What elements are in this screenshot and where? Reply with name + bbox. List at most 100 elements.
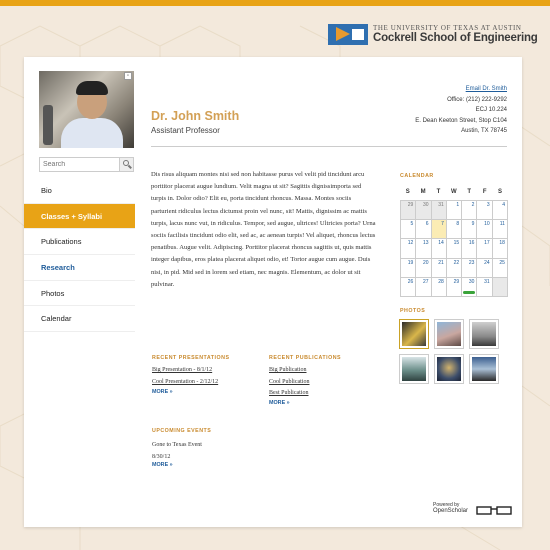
calendar-event-marker[interactable]: [463, 290, 476, 294]
calendar-day[interactable]: 19: [401, 258, 417, 278]
photo-thumbnail[interactable]: [434, 319, 464, 349]
upcoming-events-heading: UPCOMING EVENTS: [152, 428, 212, 434]
sidebar-item-research[interactable]: Research: [24, 255, 135, 281]
address-street: E. Dean Keeton Street, Stop C104: [415, 117, 507, 124]
calendar-day[interactable]: 26: [401, 277, 417, 297]
publication-link[interactable]: Best Publication: [269, 388, 310, 400]
recent-publications-heading: RECENT PUBLICATIONS: [269, 355, 342, 361]
university-name: THE UNIVERSITY OF TEXAS AT AUSTIN: [373, 24, 522, 32]
calendar-day[interactable]: 7: [431, 220, 447, 240]
calendar-day[interactable]: 13: [416, 239, 432, 259]
calendar-day[interactable]: 8: [446, 220, 463, 240]
calendar-day[interactable]: 22: [446, 258, 463, 278]
calendar-grid: 29 30 31 1 2 3 4 5 6 7 8 9 10 11 12 13 14 15 16 17 18 19 20 21 2…: [400, 200, 508, 297]
calendar-day[interactable]: 30: [416, 201, 432, 221]
sidebar-nav: Bio Classes + Syllabi Publications Resea…: [24, 178, 135, 333]
recent-presentations-heading: RECENT PRESENTATIONS: [152, 355, 230, 361]
calendar-day[interactable]: 30: [462, 277, 478, 297]
sidebar-item-photos[interactable]: Photos: [24, 281, 135, 307]
sidebar-item-calendar[interactable]: Calendar: [24, 306, 135, 333]
sidebar-item-publications[interactable]: Publications: [24, 229, 135, 256]
calendar-day[interactable]: 21: [431, 258, 447, 278]
school-name: Cockrell School of Engineering: [373, 32, 538, 44]
calendar-week-row: 12 13 14 15 16 17 18: [401, 239, 508, 259]
presentations-more-link[interactable]: MORE »: [152, 389, 173, 395]
office-room: ECJ 10.224: [475, 107, 507, 113]
calendar-day[interactable]: 31: [477, 277, 493, 297]
calendar-week-row: 5 6 7 8 9 10 11: [401, 220, 508, 240]
office-phone: Office: (212) 222-9292: [447, 96, 507, 103]
calendar-week-row: 19 20 21 22 23 24 25: [401, 258, 508, 278]
photo-thumbnail[interactable]: [399, 354, 429, 384]
calendar-day[interactable]: 29: [401, 201, 417, 221]
calendar-weekday: W: [451, 189, 457, 195]
email-link[interactable]: Email Dr. Smith: [415, 84, 507, 95]
calendar-week-row: 26 27 28 29 30 31: [401, 277, 508, 297]
publication-link[interactable]: Big Publication: [269, 365, 310, 377]
calendar-day[interactable]: 18: [492, 239, 508, 259]
sidebar-item-bio[interactable]: Bio: [24, 178, 135, 204]
calendar-week-row: 29 30 31 1 2 3 4: [401, 201, 508, 221]
publications-list: Big Publication Cool Publication Best Pu…: [269, 365, 310, 400]
calendar-weekday-row: SMTWTFS: [400, 189, 508, 199]
school-branding[interactable]: THE UNIVERSITY OF TEXAS AT AUSTIN Cockre…: [328, 24, 538, 46]
calendar-day[interactable]: 9: [462, 220, 478, 240]
calendar-weekday: T: [436, 189, 441, 195]
search-icon[interactable]: [119, 158, 133, 171]
calendar-weekday: M: [420, 189, 426, 195]
presentations-list: Big Presentation - 8/1/12 Cool Presentat…: [152, 365, 218, 388]
profile-card: ▫ Bio Classes + Syllabi Publications Res…: [24, 57, 522, 527]
calendar-day[interactable]: 10: [477, 220, 493, 240]
glasses-icon: [476, 506, 512, 515]
powered-by-openscholar[interactable]: Powered by OpenScholar: [433, 502, 513, 520]
calendar-day[interactable]: 23: [462, 258, 478, 278]
address-city: Austin, TX 78745: [461, 128, 507, 134]
profile-name: Dr. John Smith: [151, 109, 240, 123]
calendar-day[interactable]: 1: [446, 201, 463, 221]
photo-thumbnail[interactable]: [469, 319, 499, 349]
events-list: Gone to Texas Event 8/30/12: [152, 440, 202, 463]
calendar-day[interactable]: 15: [446, 239, 463, 259]
calendar-heading: CALENDAR: [400, 173, 434, 179]
photo-edit-icon[interactable]: ▫: [124, 72, 132, 80]
calendar-day[interactable]: 24: [477, 258, 493, 278]
bio-text: Dis risus aliquam montes nisi sed non ha…: [151, 171, 376, 288]
calendar-day[interactable]: 11: [492, 220, 508, 240]
search-box: [39, 157, 134, 172]
calendar-day[interactable]: 16: [462, 239, 478, 259]
calendar-day[interactable]: 17: [477, 239, 493, 259]
photo-thumbnail[interactable]: [434, 354, 464, 384]
photo-thumbnail[interactable]: [399, 319, 429, 349]
mini-calendar: SMTWTFS 29 30 31 1 2 3 4 5 6 7 8 9 10 11 12 13 14 15 16 17 1…: [400, 189, 508, 297]
profile-title: Assistant Professor: [151, 126, 220, 135]
calendar-weekday: S: [405, 189, 410, 195]
calendar-day[interactable]: 14: [431, 239, 447, 259]
photo-thumbnail[interactable]: [469, 354, 499, 384]
calendar-day[interactable]: 20: [416, 258, 432, 278]
ut-logo-icon: [328, 24, 368, 45]
calendar-day[interactable]: 2: [462, 201, 478, 221]
search-input[interactable]: [40, 158, 120, 171]
photos-heading: PHOTOS: [400, 308, 426, 314]
calendar-day[interactable]: 12: [401, 239, 417, 259]
calendar-day[interactable]: 5: [401, 220, 417, 240]
calendar-day[interactable]: 28: [431, 277, 447, 297]
publication-link[interactable]: Cool Publication: [269, 377, 310, 389]
calendar-day[interactable]: 6: [416, 220, 432, 240]
calendar-day[interactable]: 3: [477, 201, 493, 221]
presentation-link[interactable]: Cool Presentation - 2/12/12: [152, 377, 218, 389]
profile-photo: [39, 71, 134, 148]
sidebar-item-classes-syllabi[interactable]: Classes + Syllabi: [24, 203, 135, 230]
event-title[interactable]: Gone to Texas Event: [152, 440, 202, 452]
calendar-day[interactable]: 27: [416, 277, 432, 297]
calendar-day[interactable]: 4: [492, 201, 508, 221]
calendar-empty-day: [492, 277, 508, 297]
calendar-weekday: T: [467, 189, 472, 195]
calendar-day[interactable]: 29: [446, 277, 463, 297]
calendar-day[interactable]: 25: [492, 258, 508, 278]
presentation-link[interactable]: Big Presentation - 8/1/12: [152, 365, 218, 377]
calendar-weekday: F: [482, 189, 487, 195]
events-more-link[interactable]: MORE »: [152, 462, 173, 468]
calendar-day[interactable]: 31: [431, 201, 447, 221]
publications-more-link[interactable]: MORE »: [269, 400, 290, 406]
